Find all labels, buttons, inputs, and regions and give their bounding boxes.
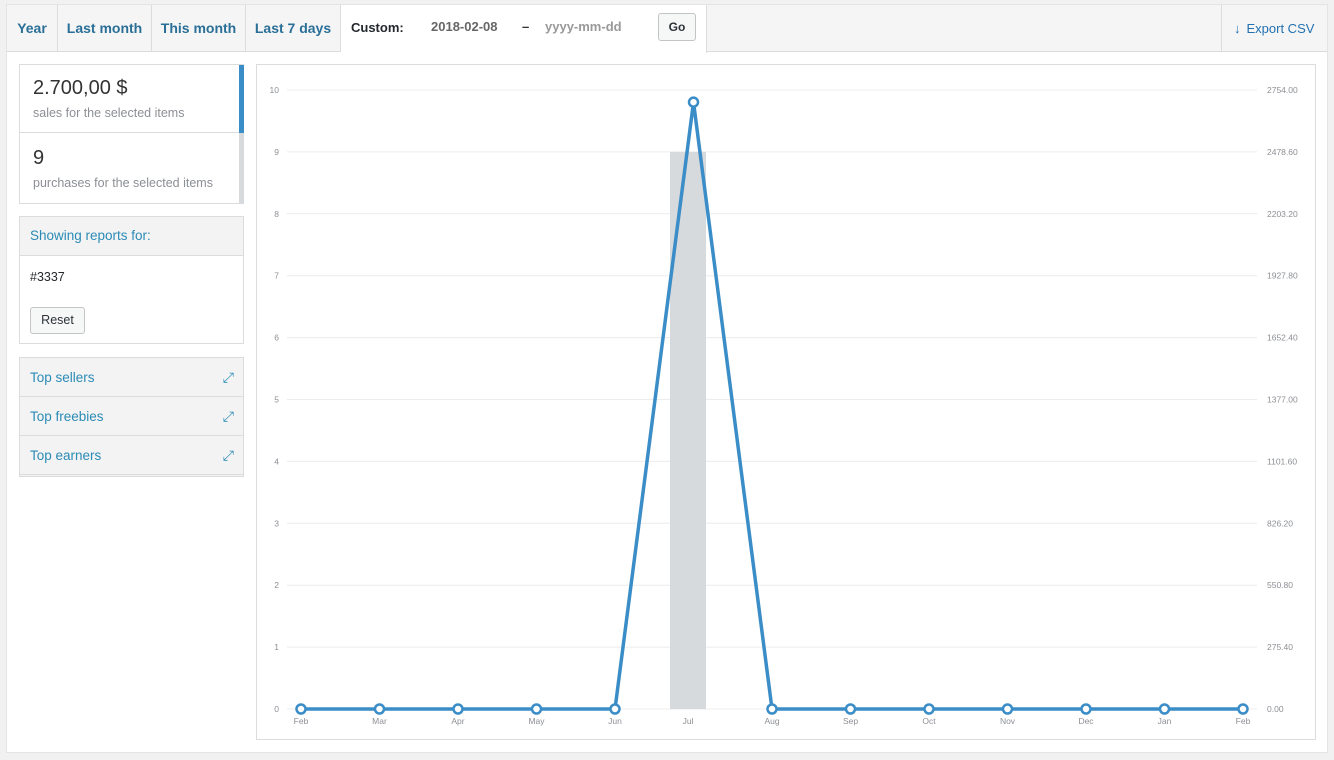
sales-point: [766, 703, 778, 715]
sales-series-indicator: [239, 65, 244, 133]
right-axis-tick: 275.40: [1267, 642, 1293, 652]
x-axis-tick: Jun: [608, 716, 622, 726]
custom-range-label: Custom:: [351, 20, 404, 35]
right-axis-tick: 2478.60: [1267, 147, 1298, 157]
sales-point: [452, 703, 464, 715]
tab-last-month[interactable]: Last month: [58, 5, 152, 52]
sales-point: [1080, 703, 1092, 715]
top-lists: Top sellers ⤢ Top freebies ⤢ Top earners…: [19, 357, 244, 477]
sales-point: [530, 703, 543, 715]
right-axis-tick: 1652.40: [1267, 333, 1298, 343]
left-axis-tick: 9: [274, 147, 279, 157]
left-axis-tick: 4: [274, 456, 279, 466]
export-csv-label: Export CSV: [1246, 21, 1315, 36]
right-axis-tick: 1927.80: [1267, 271, 1298, 281]
reports-panel: Year Last month This month Last 7 days C…: [6, 4, 1328, 753]
expand-icon[interactable]: ⤢: [223, 358, 234, 397]
widget-top-sellers[interactable]: Top sellers ⤢: [20, 358, 243, 397]
download-arrow-icon: ↓: [1234, 21, 1241, 36]
tab-year[interactable]: Year: [7, 5, 58, 52]
sales-point: [295, 703, 307, 715]
left-axis-tick: 10: [270, 85, 280, 95]
left-axis-tick: 8: [274, 209, 279, 219]
widget-label: Top freebies: [30, 409, 104, 424]
left-axis-tick: 0: [274, 704, 279, 714]
x-axis-tick: Aug: [764, 716, 779, 726]
tab-custom-range: Custom: – Go: [341, 5, 707, 53]
expand-icon[interactable]: ⤢: [223, 397, 234, 436]
sales-line: [301, 101, 1243, 711]
expand-icon[interactable]: ⤢: [223, 436, 234, 475]
chart-canvas: 0 1 2 3 4 5 6 7 8 9 10 0.00 275.40 550.80 826.20 1101.6…: [270, 85, 1298, 726]
sales-value: 2.700,00 $: [33, 77, 128, 99]
sales-label: sales for the selected items: [33, 106, 185, 120]
sales-chart: 0 1 2 3 4 5 6 7 8 9 10 0.00 275.40 550.80 826.20 1101.6…: [256, 64, 1316, 740]
report-filter-box: Showing reports for: #3337 Reset: [19, 216, 244, 344]
go-button[interactable]: Go: [658, 13, 696, 41]
left-axis-tick: 7: [274, 271, 279, 281]
x-axis-tick: Sep: [843, 716, 858, 726]
right-axis-tick: 1377.00: [1267, 395, 1298, 405]
widget-top-earners[interactable]: Top earners ⤢: [20, 436, 243, 475]
right-axis-tick: 550.80: [1267, 580, 1293, 590]
right-axis-tick: 1101.60: [1267, 456, 1297, 466]
sales-point: [1237, 703, 1249, 715]
sales-point: [687, 96, 700, 108]
left-axis-tick: 3: [274, 518, 279, 528]
right-axis-tick: 0.00: [1267, 704, 1284, 714]
right-axis-tick: 826.20: [1267, 518, 1293, 528]
right-axis-tick: 2203.20: [1267, 209, 1298, 219]
report-item-id: #3337: [30, 270, 65, 284]
x-axis-tick: Dec: [1078, 716, 1094, 726]
left-axis-tick: 6: [274, 333, 279, 343]
x-axis-tick: Feb: [294, 716, 309, 726]
right-axis-tick: 2754.00: [1267, 85, 1298, 95]
x-axis-tick: Mar: [372, 716, 387, 726]
sales-point: [609, 703, 621, 715]
left-axis-tick: 2: [274, 580, 279, 590]
x-axis-tick: Jul: [683, 716, 694, 726]
sales-point: [1001, 703, 1014, 715]
x-axis-tick: Jan: [1158, 716, 1172, 726]
purchases-series-indicator: [239, 133, 244, 203]
widget-label: Top earners: [30, 448, 102, 463]
widget-label: Top sellers: [30, 370, 95, 385]
sales-point: [844, 703, 857, 715]
sales-point: [373, 703, 386, 715]
date-separator: –: [522, 19, 530, 34]
sales-point: [1158, 703, 1171, 715]
purchases-stat[interactable]: 9 purchases for the selected items: [20, 133, 239, 203]
purchases-value: 9: [33, 147, 45, 169]
range-tab-bar: Year Last month This month Last 7 days C…: [7, 5, 1327, 53]
sales-point: [923, 703, 935, 715]
x-axis-tick: Nov: [1000, 716, 1016, 726]
end-date-input[interactable]: [545, 19, 641, 34]
start-date-input[interactable]: [431, 19, 527, 34]
export-csv-button[interactable]: ↓ Export CSV: [1221, 5, 1327, 52]
reset-button[interactable]: Reset: [30, 307, 85, 334]
widget-top-freebies[interactable]: Top freebies ⤢: [20, 397, 243, 436]
report-filter-heading: Showing reports for:: [20, 217, 243, 256]
x-axis-tick: May: [528, 716, 545, 726]
sales-stat[interactable]: 2.700,00 $ sales for the selected items: [20, 65, 239, 133]
tab-last-7-days[interactable]: Last 7 days: [246, 5, 341, 52]
summary-stats: 2.700,00 $ sales for the selected items …: [19, 64, 244, 204]
purchases-label: purchases for the selected items: [33, 176, 213, 190]
left-axis-tick: 1: [274, 642, 279, 652]
left-axis-tick: 5: [274, 395, 279, 405]
x-axis-tick: Feb: [1236, 716, 1251, 726]
x-axis-tick: Oct: [922, 716, 936, 726]
x-axis-tick: Apr: [451, 716, 464, 726]
tab-this-month[interactable]: This month: [152, 5, 246, 52]
